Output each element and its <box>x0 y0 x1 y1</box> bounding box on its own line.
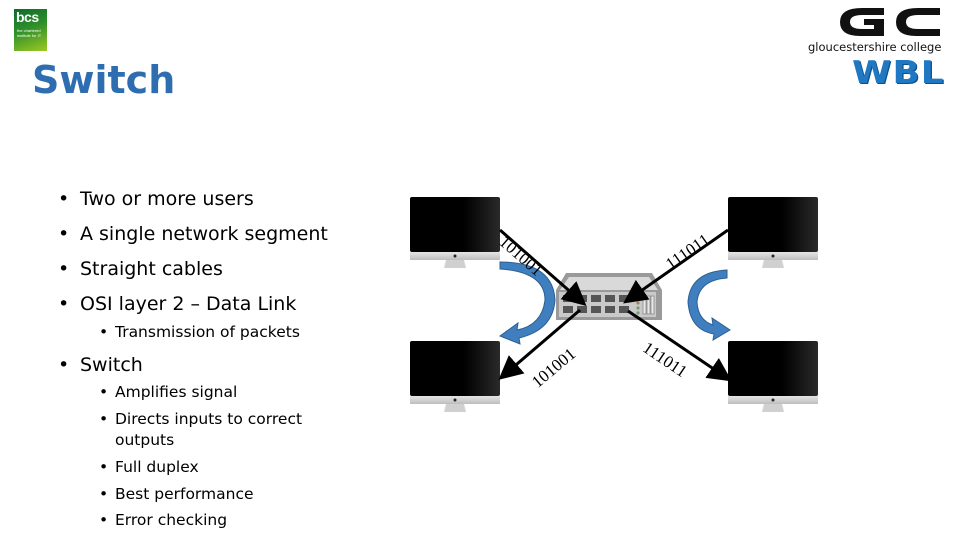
computer-top-right <box>728 197 818 268</box>
bullet-item: • A single network segment <box>58 223 328 245</box>
gc-logo <box>840 8 940 36</box>
page-title: Switch <box>32 58 176 102</box>
bullet-item: • OSI layer 2 – Data Link <box>58 293 297 315</box>
bcs-logo: bcs the chartered institute for IT <box>14 9 47 51</box>
bcs-logo-text: bcs <box>16 9 39 25</box>
switch-diagram: 101001 111011 101001 111011 <box>400 180 840 420</box>
bullet-item: • Two or more users <box>58 188 254 210</box>
sub-bullet-item: • Full duplex <box>99 458 199 476</box>
wbl-logo: WBL <box>852 55 945 91</box>
computer-bottom-left <box>410 341 500 412</box>
sub-bullet-item: • Transmission of packets <box>99 323 300 341</box>
curved-arrow-right-icon <box>687 269 731 341</box>
sub-bullet-item: • Error checking <box>99 511 228 529</box>
bullet-item: • Straight cables <box>58 258 223 280</box>
bullet-item: • Switch <box>58 354 143 376</box>
bcs-logo-tagline: the chartered institute for IT <box>17 28 42 38</box>
college-name: gloucestershire college <box>808 40 942 54</box>
sub-bullet-continuation: outputs <box>115 431 175 449</box>
sub-bullet-item: • Best performance <box>99 485 254 503</box>
sub-bullet-item: • Amplifies signal <box>99 383 238 401</box>
network-switch <box>556 273 662 320</box>
computer-top-left <box>410 197 500 268</box>
computer-bottom-right <box>728 341 818 412</box>
sub-bullet-item: • Directs inputs to correct <box>99 410 303 428</box>
